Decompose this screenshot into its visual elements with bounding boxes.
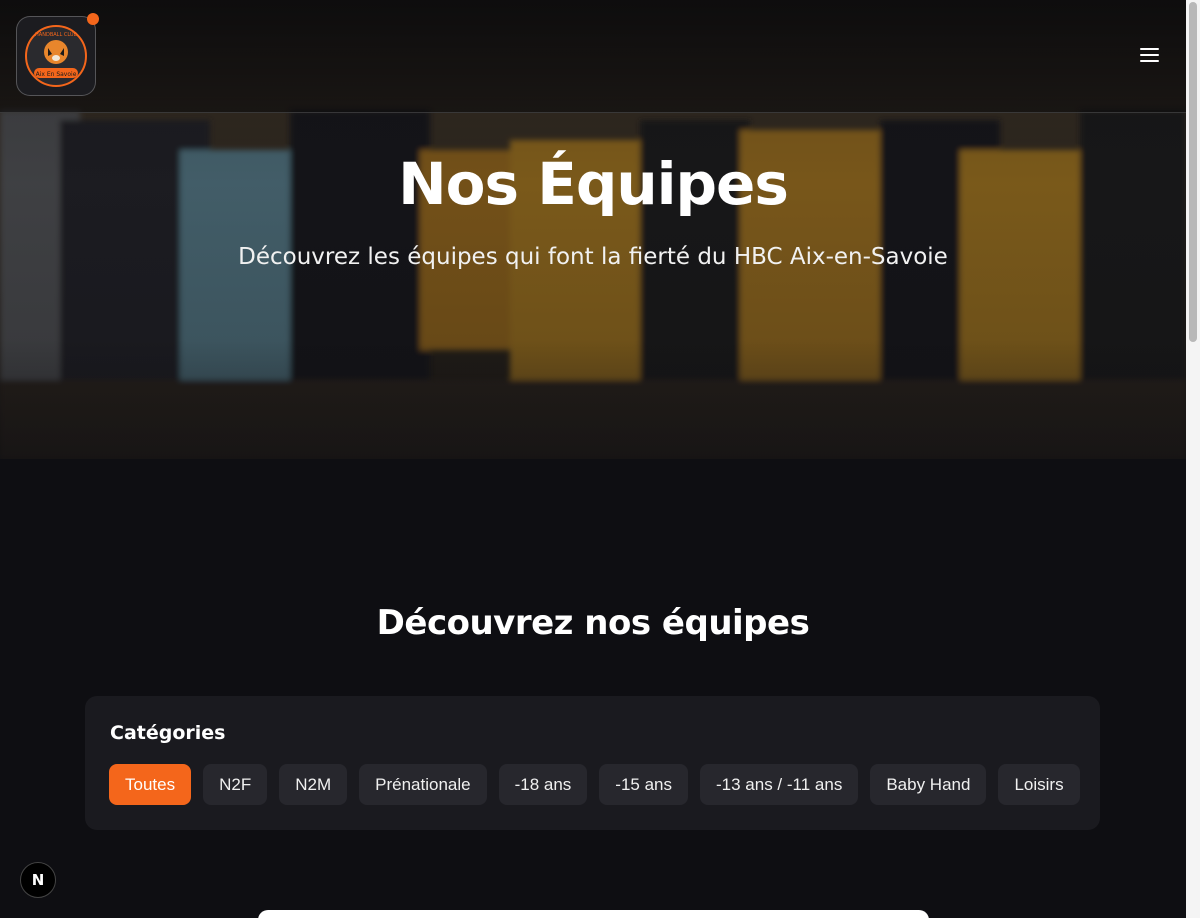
scrollbar-thumb[interactable] [1189, 2, 1197, 342]
page-title: Nos Équipes [398, 150, 789, 218]
svg-text:HANDBALL CLUB: HANDBALL CLUB [35, 32, 77, 38]
hamburger-menu-icon[interactable] [1137, 44, 1161, 68]
scrollbar[interactable] [1186, 0, 1200, 918]
team-card[interactable] [258, 910, 929, 918]
chip-n2m[interactable]: N2M [279, 764, 348, 805]
club-logo[interactable]: HANDBALL CLUB Aix En Savoie [16, 16, 96, 96]
chip-13-11-ans[interactable]: -13 ans / -11 ans [700, 764, 859, 805]
category-chips: Toutes N2F N2M Prénationale -18 ans -15 … [109, 764, 1080, 805]
page-subtitle: Découvrez les équipes qui font la fierté… [238, 244, 948, 270]
chip-15-ans[interactable]: -15 ans [599, 764, 688, 805]
chip-n2f[interactable]: N2F [203, 764, 268, 805]
site-header: HANDBALL CLUB Aix En Savoie [0, 0, 1186, 113]
chip-prenationale[interactable]: Prénationale [359, 764, 487, 805]
nextjs-devtools-icon[interactable]: N [20, 862, 56, 898]
hero-fade [0, 339, 1186, 459]
chip-baby-hand[interactable]: Baby Hand [870, 764, 987, 805]
chip-18-ans[interactable]: -18 ans [498, 764, 588, 805]
chip-toutes[interactable]: Toutes [109, 764, 192, 805]
section-title: Découvrez nos équipes [376, 603, 810, 643]
chip-loisirs[interactable]: Loisirs [998, 764, 1080, 805]
filter-label: Catégories [110, 722, 226, 744]
notification-dot [87, 13, 99, 25]
svg-text:Aix En Savoie: Aix En Savoie [36, 71, 77, 78]
category-filter-card: Catégories Toutes N2F N2M Prénationale -… [85, 696, 1100, 830]
tiger-logo-icon: HANDBALL CLUB Aix En Savoie [25, 25, 87, 87]
